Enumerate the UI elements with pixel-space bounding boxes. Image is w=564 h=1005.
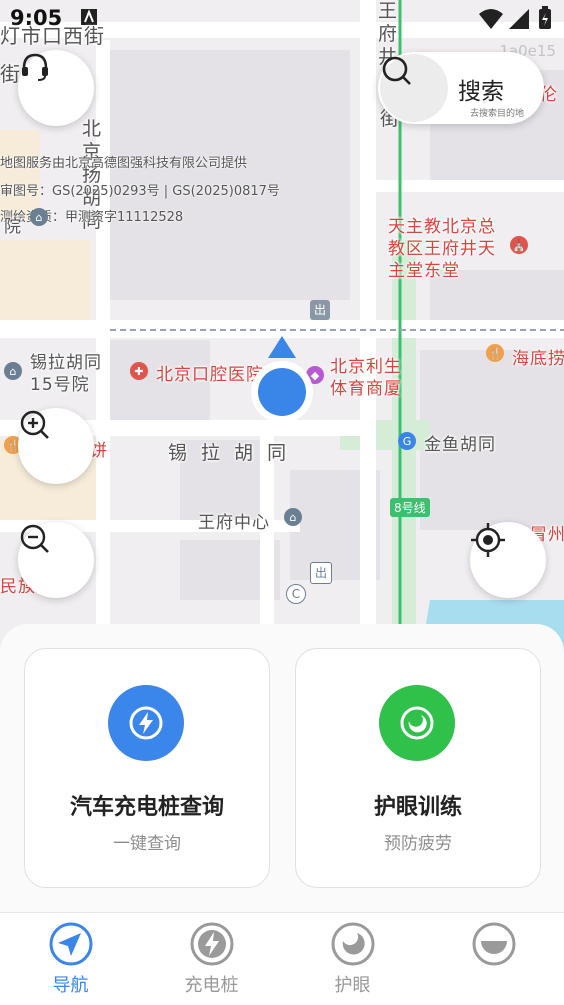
poi-label[interactable]: 锡拉胡同 15号院 [30, 352, 102, 396]
poi-label[interactable]: 金鱼胡同 [424, 430, 496, 455]
feature-sheet: 汽车充电桩查询 一键查询 护眼训练 预防疲劳 [0, 624, 564, 912]
poi-church-icon: ⛪ [510, 236, 528, 254]
poi-building-icon: ⌂ [284, 508, 302, 526]
search-hint: 去搜索目的地 [470, 109, 525, 119]
poi-label[interactable]: 王府中心 [198, 508, 270, 533]
search-button[interactable]: 搜索 去搜索目的地 [378, 52, 544, 124]
poi-subway-icon: G [398, 432, 416, 450]
zoom-out-button[interactable] [18, 522, 94, 598]
tab-label: 充电桩 [184, 975, 239, 996]
street-label: 灯市口西街 [0, 24, 105, 48]
search-icon-container [380, 54, 448, 122]
street-label: 锡 拉 胡 同 [168, 442, 291, 464]
search-label: 搜索 [458, 79, 504, 105]
poi-dental-icon: ✚ [130, 362, 148, 380]
current-location-marker [248, 336, 316, 426]
battery-icon [539, 6, 551, 29]
charging-icon [129, 706, 163, 740]
zoom-in-button[interactable] [18, 408, 94, 484]
eye-care-icon-circle [379, 685, 455, 761]
card-title: 护眼训练 [373, 795, 462, 820]
exit-marker: 出 [310, 300, 330, 320]
tab-label: 导航 [52, 975, 89, 996]
moon-icon [331, 922, 375, 966]
poi-label[interactable]: 北京利生 体育商厦 [330, 356, 402, 400]
tab-more[interactable] [423, 913, 564, 1005]
tab-eye-care[interactable]: 护眼 [282, 913, 423, 1005]
subway-line-badge: 8号线 [390, 498, 430, 517]
navigation-icon [49, 922, 93, 966]
poi-label[interactable]: 院 [4, 212, 22, 237]
support-button[interactable] [18, 50, 94, 126]
crosshair-icon [471, 523, 505, 557]
card-subtitle: 一键查询 [113, 834, 181, 854]
headset-icon [22, 53, 48, 81]
tab-charging[interactable]: 充电桩 [141, 913, 282, 1005]
map-copyright-line: 测绘资质：甲测资字11112528 [0, 210, 184, 225]
map-copyright-line: 审图号：GS(2025)0293号 | GS(2025)0817号 [0, 184, 280, 199]
eye-care-icon [400, 706, 434, 740]
card-subtitle: 预防疲劳 [384, 834, 452, 854]
search-icon [382, 56, 411, 85]
tab-navigation[interactable]: 导航 [0, 913, 141, 1005]
eye-care-card[interactable]: 护眼训练 预防疲劳 [295, 648, 541, 888]
poi-restaurant-icon: 🍴 [486, 344, 504, 362]
tab-label: 护眼 [334, 975, 371, 996]
c-marker: C [286, 584, 306, 604]
map-view[interactable]: 9:05 1a0e15 灯市口西街 街 北京扬胡同 王府井 街 锡 拉 胡 同 … [0, 0, 564, 660]
bowl-icon [472, 922, 516, 966]
zoom-out-icon [20, 524, 49, 553]
zoom-in-icon [20, 410, 49, 439]
poi-label[interactable]: 天主教北京总 教区王府井天 主堂东堂 [388, 216, 496, 282]
exit-marker: 出 [310, 562, 332, 584]
poi-label[interactable]: 海底捞 [512, 344, 564, 369]
poi-building-icon: ⌂ [30, 208, 48, 226]
locate-me-button[interactable] [470, 522, 546, 598]
charging-icon-circle [108, 685, 184, 761]
charging-query-card[interactable]: 汽车充电桩查询 一键查询 [24, 648, 270, 888]
wifi-icon [479, 9, 503, 29]
map-copyright-line: 地图服务由北京高德图强科技有限公司提供 [0, 156, 248, 171]
signal-icon [509, 9, 529, 29]
bottom-tab-bar: 导航 充电桩 护眼 [0, 912, 564, 1005]
poi-building-icon: ⌂ [4, 362, 22, 380]
charging-icon [190, 922, 234, 966]
card-title: 汽车充电桩查询 [69, 795, 224, 820]
